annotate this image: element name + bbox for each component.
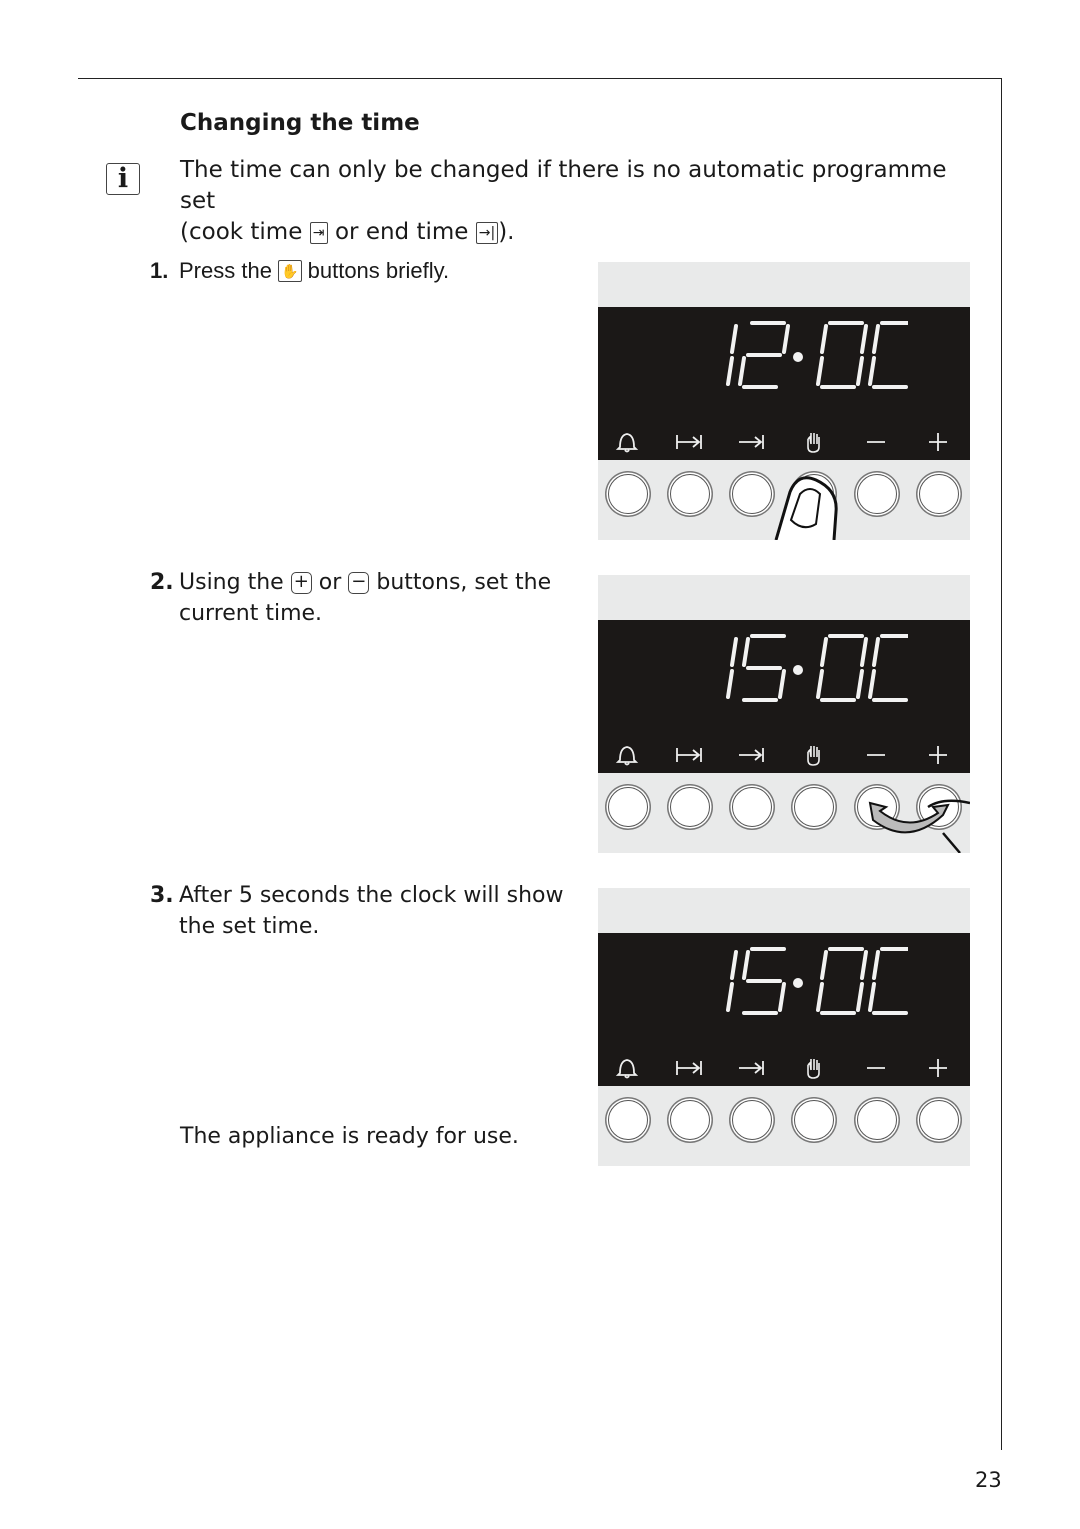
segment-c (856, 982, 864, 1012)
colon-dot (793, 665, 803, 675)
plus-icon (918, 425, 958, 455)
clock-icon (793, 738, 833, 768)
segment-e (868, 669, 876, 699)
segment-b (730, 950, 738, 980)
plus-button[interactable] (919, 1100, 959, 1140)
clock-button[interactable] (794, 787, 834, 827)
plus-icon (918, 1051, 958, 1081)
minus-icon (856, 425, 896, 455)
segment-f (742, 637, 750, 667)
end-time-button[interactable] (732, 474, 772, 514)
segment-f (742, 950, 750, 980)
segment-b (860, 324, 868, 354)
clock-display (598, 620, 970, 773)
page-number: 23 (975, 1468, 1002, 1492)
right-rule (1001, 78, 1002, 1450)
bell-button[interactable] (608, 1100, 648, 1140)
minus-icon (856, 738, 896, 768)
segment-c (856, 669, 864, 699)
top-rule (78, 78, 1002, 79)
segment-f (872, 637, 880, 667)
bell-icon (607, 425, 647, 455)
oven-control-panel (598, 888, 970, 1166)
clock-button[interactable] (794, 474, 834, 514)
end-time-icon (731, 1051, 771, 1081)
plus-icon (918, 738, 958, 768)
end-time-icon: →| (475, 222, 499, 244)
end-time-button[interactable] (732, 1100, 772, 1140)
minus-button[interactable] (857, 474, 897, 514)
segment-f (820, 950, 828, 980)
button-label-row (598, 738, 970, 768)
clock-display (598, 307, 970, 460)
end-time-icon (731, 425, 771, 455)
plus-button[interactable] (919, 787, 959, 827)
segment-f (872, 950, 880, 980)
cook-time-icon (669, 738, 709, 768)
segment-b (860, 637, 868, 667)
colon-dot (793, 352, 803, 362)
info-icon: i (106, 163, 140, 195)
segment-c (726, 669, 734, 699)
segment-e (816, 356, 824, 386)
segment-e (816, 669, 824, 699)
segment-b (860, 950, 868, 980)
segment-c (778, 669, 786, 699)
minus-icon: − (348, 572, 370, 594)
segment-b (730, 637, 738, 667)
segment-c (726, 982, 734, 1012)
segment-f (820, 637, 828, 667)
segment-e (868, 356, 876, 386)
segment-f (872, 324, 880, 354)
minus-button[interactable] (857, 1100, 897, 1140)
cook-time-button[interactable] (670, 1100, 710, 1140)
clock-button[interactable] (794, 1100, 834, 1140)
button-label-row (598, 1051, 970, 1081)
oven-control-panel (598, 575, 970, 853)
segment-c (778, 982, 786, 1012)
clock-display (598, 933, 970, 1086)
segment-b (782, 324, 790, 354)
segment-f (820, 324, 828, 354)
segment-e (816, 982, 824, 1012)
time-readout (726, 947, 908, 1015)
cook-time-icon (669, 1051, 709, 1081)
time-readout (726, 634, 908, 702)
step-1: 1. Press the ✋ buttons briefly. (150, 258, 450, 283)
bell-button[interactable] (608, 474, 648, 514)
segment-e (738, 356, 746, 386)
clock-hand-icon: ✋ (278, 260, 302, 282)
cook-time-button[interactable] (670, 787, 710, 827)
plus-icon: + (290, 572, 312, 594)
bell-icon (607, 738, 647, 768)
minus-button[interactable] (857, 787, 897, 827)
oven-control-panel (598, 262, 970, 540)
section-heading: Changing the time (180, 110, 420, 136)
intro-text: The time can only be changed if there is… (180, 157, 947, 245)
cook-time-icon: ⇥ (309, 222, 328, 244)
bell-icon (607, 1051, 647, 1081)
segment-c (726, 356, 734, 386)
end-time-icon (731, 738, 771, 768)
segment-e (868, 982, 876, 1012)
minus-icon (856, 1051, 896, 1081)
step-3: 3. After 5 seconds the clock will show th… (150, 883, 564, 939)
clock-icon (793, 425, 833, 455)
bell-button[interactable] (608, 787, 648, 827)
colon-dot (793, 978, 803, 988)
end-time-button[interactable] (732, 787, 772, 827)
button-label-row (598, 425, 970, 455)
plus-button[interactable] (919, 474, 959, 514)
step-2: 2. Using the + or − buttons, set the curr… (150, 570, 552, 626)
segment-b (730, 324, 738, 354)
cook-time-icon (669, 425, 709, 455)
time-readout (726, 321, 908, 389)
segment-c (856, 356, 864, 386)
ready-text: The appliance is ready for use. (180, 1124, 519, 1149)
clock-icon (793, 1051, 833, 1081)
cook-time-button[interactable] (670, 474, 710, 514)
